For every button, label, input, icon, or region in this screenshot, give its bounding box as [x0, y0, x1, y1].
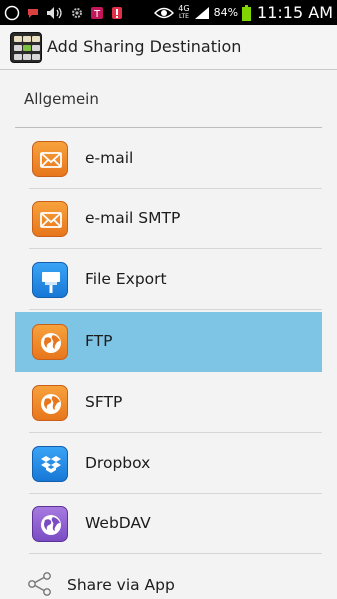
divider [29, 248, 322, 249]
battery-icon [242, 4, 252, 21]
share-icon [28, 572, 51, 596]
network-type: 4G LTE [178, 3, 190, 20]
voicemail-icon [28, 8, 38, 18]
list-item-label: e-mail SMTP [85, 209, 181, 227]
list-item-label: File Export [85, 270, 167, 288]
dropbox-icon [32, 446, 68, 482]
share-label: Share via App [67, 576, 175, 594]
list-item-label: Dropbox [85, 454, 151, 472]
svg-text:T: T [93, 9, 101, 20]
status-notifications: T [4, 3, 124, 22]
list-item-e-mail[interactable]: e-mail [15, 129, 322, 189]
status-system: 4G LTE 84% 11:15 AM [154, 2, 333, 23]
divider [29, 432, 322, 433]
list-item-e-mail-smtp[interactable]: e-mail SMTP [15, 189, 322, 249]
action-bar: Add Sharing Destination [0, 25, 337, 70]
settings-icon [72, 7, 82, 18]
clock: 11:15 AM [257, 3, 333, 22]
eye-icon [154, 7, 175, 18]
section-header: Allgemein [24, 90, 99, 108]
page-title: Add Sharing Destination [47, 37, 242, 56]
list-item-dropbox[interactable]: Dropbox [15, 434, 322, 494]
mail-icon [32, 141, 68, 177]
section-divider [15, 127, 322, 128]
app-logo-icon[interactable] [10, 32, 42, 63]
status-bar: T 4G LTE 84% 11:15 AM [0, 0, 337, 25]
list-item-label: SFTP [85, 393, 123, 411]
globe-icon [32, 324, 68, 360]
globe-icon [32, 506, 68, 542]
alert-icon [112, 6, 122, 19]
carrier-icon: T [91, 6, 103, 20]
list-item-webdav[interactable]: WebDAV [15, 494, 322, 554]
divider [29, 553, 322, 554]
volume-icon [47, 6, 62, 19]
list-item-share-via-app[interactable]: Share via App [15, 560, 322, 599]
list-item-label: WebDAV [85, 514, 151, 532]
globe-icon [32, 385, 68, 421]
list-item-label: FTP [85, 332, 113, 350]
list-item-file-export[interactable]: File Export [15, 250, 322, 310]
circle-icon [4, 5, 20, 20]
list-item-label: e-mail [85, 149, 134, 167]
mail-icon [32, 201, 68, 237]
list-item-ftp[interactable]: FTP [15, 312, 322, 372]
list-item-sftp[interactable]: SFTP [15, 373, 322, 433]
divider [29, 309, 322, 310]
file-export-icon [32, 262, 68, 298]
battery-percent: 84% [213, 6, 239, 19]
signal-icon [194, 6, 209, 19]
